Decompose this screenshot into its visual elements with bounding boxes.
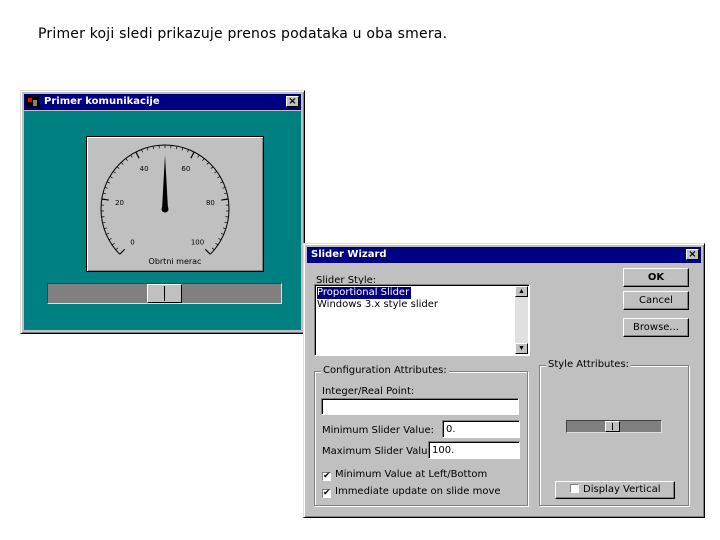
primer-komunikacije-window: Primer komunikacije × 0 20 40 60 80 100 Obrtn… xyxy=(20,90,305,334)
gauge-tick xyxy=(102,192,107,195)
gauge-tick xyxy=(115,247,119,251)
gauge-tick xyxy=(152,146,154,150)
gauge-tick xyxy=(116,166,120,169)
integer-real-field[interactable] xyxy=(321,398,519,415)
gauge-tick xyxy=(210,166,214,169)
gauge-needle xyxy=(162,155,168,209)
list-item-windows3x[interactable]: Windows 3.x style slider xyxy=(317,299,438,311)
gauge-tick xyxy=(215,242,219,246)
style-attributes-title: Style Attributes: xyxy=(546,359,632,370)
browse-button[interactable]: Browse... xyxy=(623,318,689,337)
gauge-tick xyxy=(222,186,226,189)
gauge-tick xyxy=(135,151,140,159)
gauge-tick xyxy=(220,181,224,184)
gauge-tick xyxy=(220,232,224,235)
gauge-tick xyxy=(119,248,126,255)
configuration-attributes-title: Configuration Attributes: xyxy=(321,365,449,376)
list-item-proportional[interactable]: Proportional Slider xyxy=(317,287,412,299)
gauge-tick xyxy=(211,247,215,251)
page-caption: Primer koji sledi prikazuje prenos podat… xyxy=(38,26,448,42)
ok-button[interactable]: OK xyxy=(623,268,689,287)
display-vertical-checkbox[interactable]: Display Vertical xyxy=(555,481,675,499)
wizard-title: Slider Wizard xyxy=(311,249,387,260)
max-slider-field[interactable]: 100. xyxy=(428,441,520,459)
gauge-tick xyxy=(187,149,189,153)
gauge-slider[interactable] xyxy=(47,283,282,304)
listbox-scrollbar[interactable]: ▲ ▼ xyxy=(515,286,528,354)
style-preview-slider-thumb[interactable] xyxy=(605,421,620,432)
cancel-button[interactable]: Cancel xyxy=(623,291,689,310)
gauge-tick xyxy=(101,198,109,201)
gauge-tick xyxy=(214,171,217,174)
gauge-tick xyxy=(176,146,178,150)
gauge-tick xyxy=(222,227,226,230)
gauge-tick xyxy=(104,186,108,189)
gauge-tick xyxy=(197,154,200,158)
integer-real-label: Integer/Real Point: xyxy=(322,386,415,397)
gauge-tick xyxy=(217,176,221,179)
gauge-tick xyxy=(111,242,115,246)
checkbox-icon[interactable] xyxy=(570,484,579,493)
gauge-tick xyxy=(224,221,228,224)
gauge-tick xyxy=(113,171,116,174)
wizard-titlebar[interactable]: Slider Wizard × xyxy=(307,247,701,263)
gauge-tick xyxy=(146,147,149,151)
gauge-tick xyxy=(181,147,184,151)
gauge-tick xyxy=(206,162,210,165)
gauge-tick xyxy=(106,232,110,235)
gauge-scale-label: 20 xyxy=(115,199,124,207)
min-slider-label: Minimum Slider Value: xyxy=(322,425,435,436)
gauge-tick xyxy=(204,248,211,255)
gauge-tick xyxy=(108,238,112,241)
primer-title: Primer komunikacije xyxy=(44,96,160,107)
gauge-slider-thumb[interactable] xyxy=(147,284,182,303)
slider-wizard-window: Slider Wizard × Slider Style: Proportion… xyxy=(303,243,705,518)
style-preview-slider[interactable] xyxy=(566,420,662,433)
gauge-panel: 0 20 40 60 80 100 Obrtni merac xyxy=(86,136,264,272)
gauge-tick xyxy=(190,151,195,159)
app-icon xyxy=(26,96,40,108)
scroll-down-icon[interactable]: ▼ xyxy=(515,343,528,354)
gauge-scale-label: 60 xyxy=(181,165,190,173)
gauge-scale-label: 80 xyxy=(206,199,215,207)
gauge-tick xyxy=(130,154,133,158)
checkbox-icon[interactable]: ✔ xyxy=(322,472,331,481)
gauge-tick xyxy=(125,158,128,162)
gauge-tick xyxy=(202,158,205,162)
gauge-tick xyxy=(223,192,228,195)
scroll-up-icon[interactable]: ▲ xyxy=(515,286,528,297)
primer-close-button[interactable]: × xyxy=(286,96,299,107)
gauge-scale-label: 100 xyxy=(191,239,204,247)
gauge-tick xyxy=(218,238,222,241)
immediate-update-checkbox[interactable]: ✔ Immediate update on slide move xyxy=(322,486,501,498)
gauge-label: Obrtni merac xyxy=(148,257,202,266)
gauge-tick xyxy=(109,176,113,179)
gauge-tick xyxy=(141,149,143,153)
gauge-dial: 0 20 40 60 80 100 xyxy=(100,144,230,255)
gauge-tick xyxy=(104,227,108,230)
min-slider-field[interactable]: 0. xyxy=(442,420,520,438)
gauge-hub xyxy=(161,205,169,213)
gauge-tick xyxy=(102,221,106,224)
max-slider-label: Maximum Slider Value: xyxy=(322,446,437,457)
gauge-tick xyxy=(106,181,110,184)
wizard-close-button[interactable]: × xyxy=(686,249,699,260)
close-icon: × xyxy=(688,249,697,260)
min-left-bottom-checkbox[interactable]: ✔ Minimum Value at Left/Bottom xyxy=(322,469,487,481)
gauge-scale-label: 40 xyxy=(140,165,149,173)
primer-client-area: 0 20 40 60 80 100 Obrtni merac xyxy=(24,111,301,330)
slider-style-listbox[interactable]: Proportional Slider Windows 3.x style sl… xyxy=(314,284,530,356)
gauge-tick xyxy=(221,198,229,201)
gauge-scale-label: 0 xyxy=(130,239,134,247)
checkbox-icon[interactable]: ✔ xyxy=(322,489,331,498)
close-icon: × xyxy=(288,96,297,107)
primer-titlebar[interactable]: Primer komunikacije × xyxy=(24,94,301,110)
gauge-tick xyxy=(120,162,124,165)
